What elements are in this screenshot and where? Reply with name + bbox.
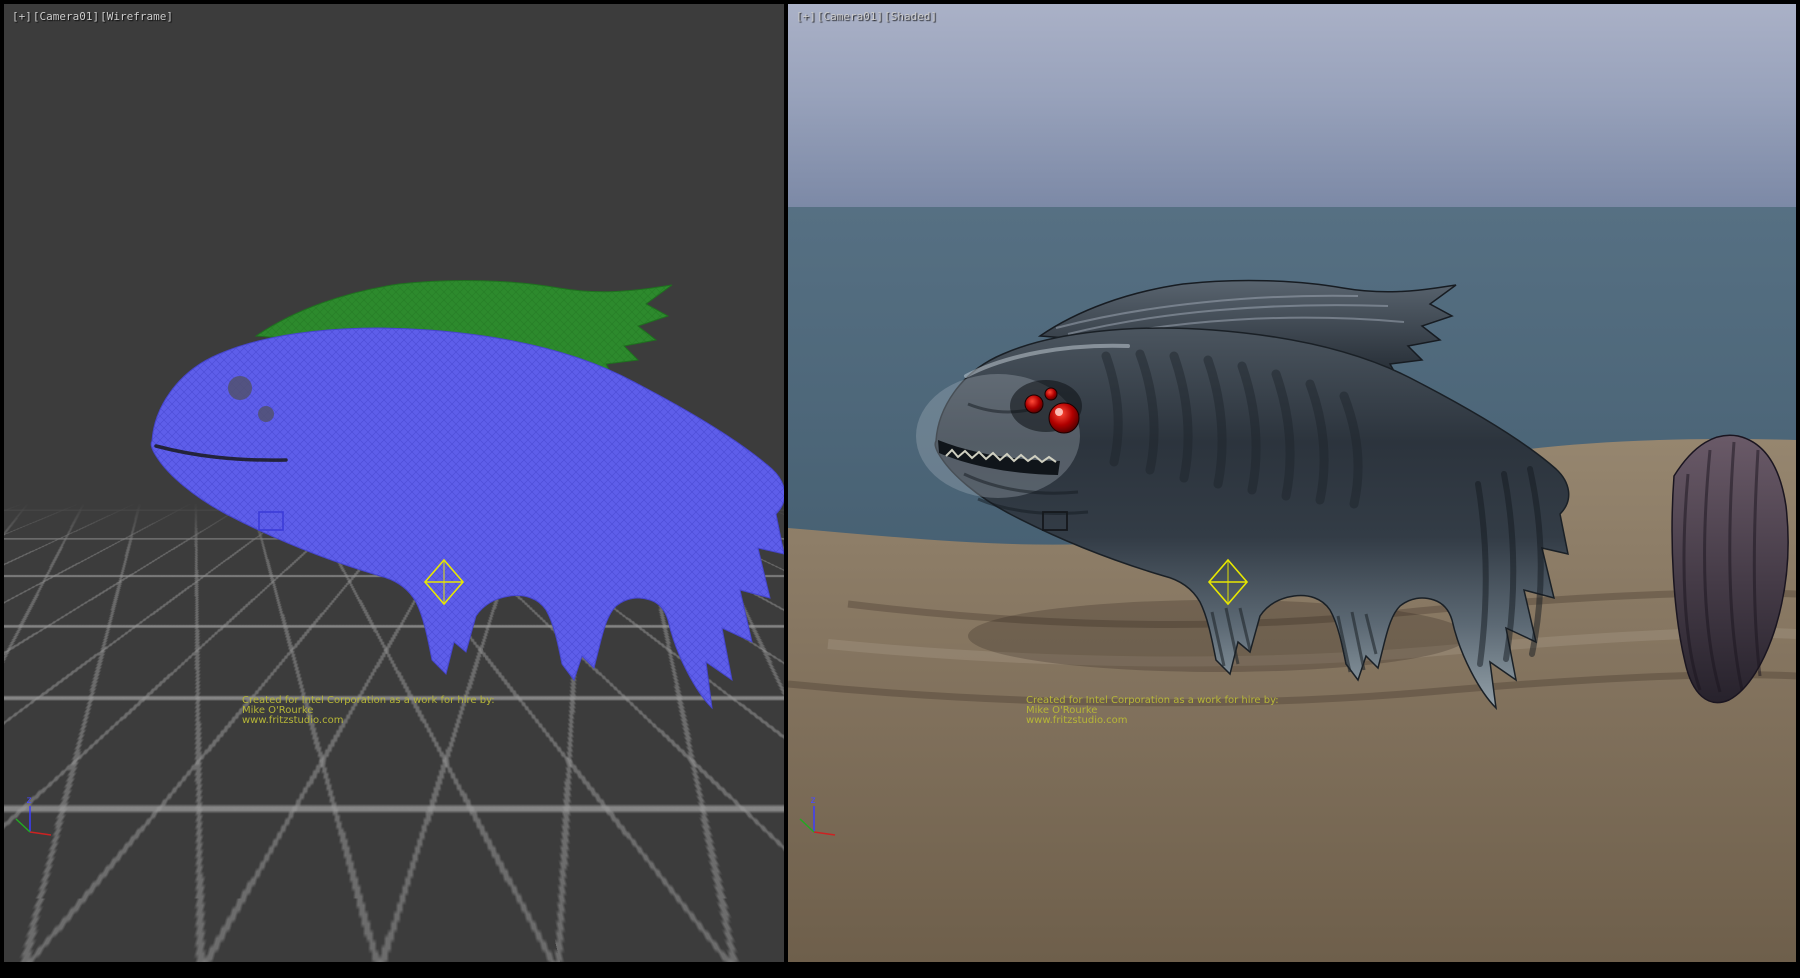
application-window: z [+][Camera01][Wireframe] Created for I… [0, 0, 1800, 978]
shaded-scene: z [788, 4, 1796, 962]
viewport-shaded[interactable]: z [+][Camera01][Shaded] Created for Inte… [788, 4, 1796, 962]
viewport-label: [+][Camera01][Shaded] [796, 10, 938, 23]
watermark-line3: www.fritzstudio.com [1026, 716, 1279, 726]
axis-x [30, 832, 51, 835]
fish-creature-wireframe[interactable] [151, 281, 784, 708]
viewport-menu-pov[interactable]: [Camera01] [33, 10, 99, 23]
eye-red-small [1045, 388, 1057, 400]
viewport-menu-pov[interactable]: [Camera01] [817, 10, 883, 23]
watermark-line3: www.fritzstudio.com [242, 716, 495, 726]
eye-highlight [1055, 408, 1063, 416]
eye-socket [228, 376, 252, 400]
watermark-text: Created for Intel Corporation as a work … [242, 696, 495, 726]
eye-red-medium [1025, 395, 1043, 413]
viewport-menu-shading[interactable]: [Shaded] [884, 10, 937, 23]
axis-y [16, 819, 30, 832]
eye-socket-small [258, 406, 274, 422]
viewport-label: [+][Camera01][Wireframe] [12, 10, 174, 23]
world-axis-tripod: z [16, 795, 51, 835]
axis-z-label: z [26, 795, 32, 806]
viewport-menu-general[interactable]: [+] [796, 10, 816, 23]
watermark-text: Created for Intel Corporation as a work … [1026, 696, 1279, 726]
viewport-menu-shading[interactable]: [Wireframe] [100, 10, 173, 23]
viewport-menu-general[interactable]: [+] [12, 10, 32, 23]
wireframe-scene: z [4, 4, 784, 962]
eye-red-large [1049, 403, 1079, 433]
axis-z-label: z [810, 795, 816, 806]
viewport-wireframe[interactable]: z [+][Camera01][Wireframe] Created for I… [4, 4, 784, 962]
